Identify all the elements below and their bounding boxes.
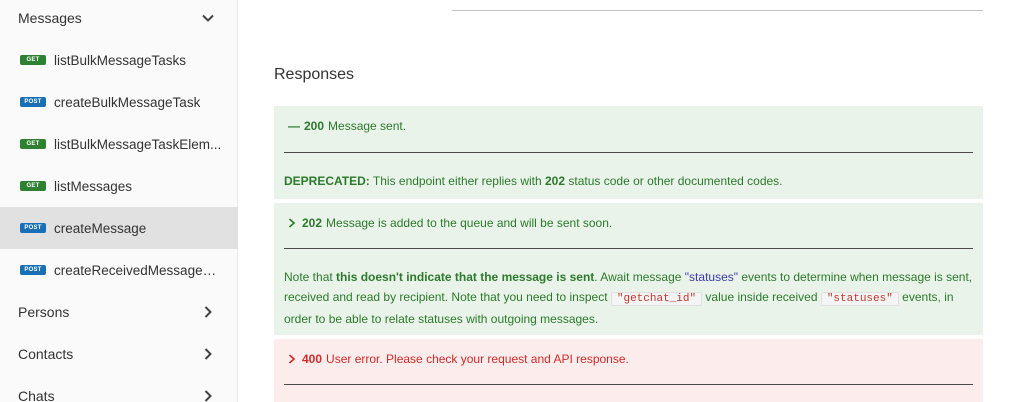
response-200: — 200 Message sent. DEPRECATED: This end… [274, 106, 983, 199]
chevron-right-icon [288, 354, 296, 364]
response-description: Note that this doesn't indicate that the… [284, 267, 976, 329]
response-200-toggle[interactable]: — 200 Message sent. [288, 119, 406, 133]
sidebar-item-label: createMessage [54, 220, 147, 236]
response-summary: User error. Please check your request an… [326, 352, 629, 366]
chevron-right-icon [204, 390, 212, 402]
sidebar-item-createBulkMessageTask[interactable]: POST createBulkMessageTask [0, 81, 238, 123]
chevron-right-icon [288, 218, 296, 228]
inline-code: "getchat_id" [610, 292, 703, 306]
response-code: 400 [302, 352, 323, 366]
sidebar-section-messages[interactable]: Messages [0, 0, 238, 39]
sidebar-section-persons[interactable]: Persons [0, 291, 238, 333]
sidebar-item-listMessages[interactable]: GET listMessages [0, 165, 238, 207]
sidebar-item-label: listBulkMessageTaskElem... [54, 136, 222, 152]
response-400-toggle[interactable]: 400 User error. Please check your reques… [288, 352, 629, 366]
method-badge: GET [20, 55, 46, 65]
sidebar-item-label: createReceivedMessageM... [54, 262, 224, 278]
divider [452, 10, 983, 11]
deprecated-label: DEPRECATED: [284, 174, 370, 188]
description-text: status code or other documented codes. [565, 174, 783, 188]
description-bold: this doesn't indicate that the message i… [336, 270, 595, 284]
sidebar-section-label: Messages [18, 10, 82, 26]
response-summary: Message is added to the queue and will b… [326, 216, 613, 230]
response-code: 200 [304, 119, 325, 133]
sidebar-item-createMessage[interactable]: POST createMessage [0, 207, 238, 249]
response-202-toggle[interactable]: 202 Message is added to the queue and wi… [288, 216, 612, 230]
divider [284, 248, 973, 249]
sidebar-section-label: Chats [18, 388, 55, 402]
response-code: 202 [302, 216, 323, 230]
statuses-link[interactable]: "statuses" [685, 270, 738, 284]
collapse-dash-icon: — [288, 119, 300, 133]
response-400: 400 User error. Please check your reques… [274, 339, 983, 402]
method-badge: GET [20, 139, 46, 149]
divider [284, 384, 973, 385]
response-description: DEPRECATED: This endpoint either replies… [284, 171, 976, 191]
status-code-ref: 202 [545, 174, 566, 188]
sidebar: Messages GET listBulkMessageTasks POST c… [0, 0, 238, 402]
sidebar-item-label: listBulkMessageTasks [54, 52, 187, 68]
sidebar-section-chats[interactable]: Chats [0, 375, 238, 402]
description-text: value inside received [702, 290, 821, 304]
response-summary: Message sent. [328, 119, 407, 133]
sidebar-item-listBulkMessageTasks[interactable]: GET listBulkMessageTasks [0, 39, 238, 81]
sidebar-item-createReceivedMessage[interactable]: POST createReceivedMessageM... [0, 249, 238, 291]
chevron-right-icon [204, 306, 212, 318]
sidebar-item-label: listMessages [54, 178, 133, 194]
divider [284, 152, 973, 153]
sidebar-section-contacts[interactable]: Contacts [0, 333, 238, 375]
sidebar-section-label: Persons [18, 304, 70, 320]
inline-code: "statuses" [820, 292, 899, 306]
response-202: 202 Message is added to the queue and wi… [274, 203, 983, 335]
responses-heading: Responses [274, 66, 355, 83]
method-badge: GET [20, 181, 46, 191]
method-badge: POST [20, 265, 46, 275]
description-text: Note that [284, 270, 337, 284]
chevron-down-icon [202, 14, 214, 22]
description-text: . Await message [594, 270, 685, 284]
method-badge: POST [20, 223, 46, 233]
sidebar-item-listBulkMessageTaskElements[interactable]: GET listBulkMessageTaskElem... [0, 123, 238, 165]
chevron-right-icon [204, 348, 212, 360]
sidebar-section-label: Contacts [18, 346, 74, 362]
sidebar-item-label: createBulkMessageTask [54, 94, 201, 110]
description-text: This endpoint either replies with [369, 174, 545, 188]
method-badge: POST [20, 97, 46, 107]
